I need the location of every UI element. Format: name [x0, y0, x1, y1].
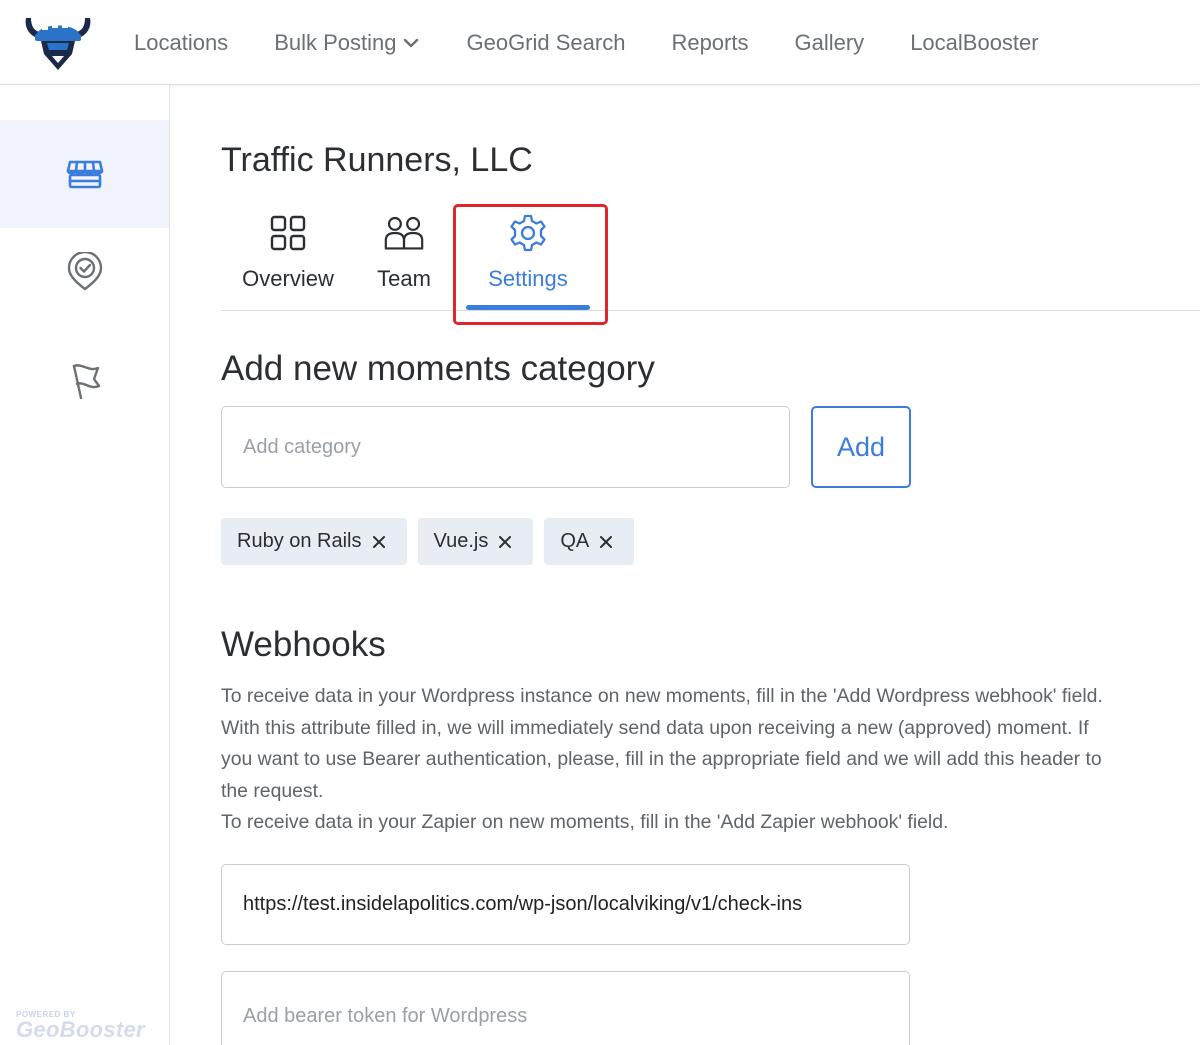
remove-tag-button[interactable]	[598, 534, 614, 550]
close-icon	[600, 535, 613, 548]
webhooks-description: To receive data in your Wordpress instan…	[221, 681, 1176, 839]
gear-icon	[510, 214, 546, 252]
nav-bulk-posting[interactable]: Bulk Posting	[251, 30, 443, 56]
category-tag-list: Ruby on Rails Vue.js QA	[221, 518, 635, 565]
nav-label: Locations	[134, 29, 229, 55]
tag-label: Ruby on Rails	[237, 530, 362, 552]
remove-tag-button[interactable]	[371, 534, 387, 550]
tab-label: Overview	[242, 266, 334, 291]
add-category-button[interactable]: Add	[811, 406, 911, 488]
geobooster-logo: GeoBooster	[16, 1017, 145, 1042]
active-tab-underline	[466, 305, 590, 310]
nav-reports[interactable]: Reports	[648, 30, 771, 56]
tab-label: Settings	[488, 266, 568, 291]
tab-bar: Overview Team Settings	[221, 204, 1200, 325]
tag-label: Vue.js	[433, 530, 489, 552]
nav-label: Gallery	[794, 29, 865, 55]
main-nav: Locations Bulk Posting GeoGrid Search Re…	[111, 0, 1062, 85]
chevron-down-icon	[404, 38, 419, 47]
main-content: Traffic Runners, LLC Overview Team Setti…	[221, 85, 1200, 1045]
category-tag: QA	[544, 518, 635, 565]
bearer-token-input[interactable]	[221, 971, 910, 1045]
nav-localbooster[interactable]: LocalBooster	[887, 30, 1061, 56]
page-title: Traffic Runners, LLC	[221, 141, 533, 179]
sidebar-item-locations[interactable]	[0, 120, 169, 228]
top-navbar: Locations Bulk Posting GeoGrid Search Re…	[0, 0, 1200, 85]
nav-label: LocalBooster	[910, 29, 1039, 55]
location-check-icon	[67, 252, 102, 291]
tab-overview[interactable]: Overview	[233, 210, 343, 310]
nav-label: Bulk Posting	[274, 29, 397, 55]
category-tag: Ruby on Rails	[221, 518, 407, 565]
sidebar-item-checkins[interactable]	[0, 218, 169, 326]
description-line: To receive data in your Wordpress instan…	[221, 685, 1103, 707]
description-line: To receive data in your Zapier on new mo…	[221, 811, 949, 833]
remove-tag-button[interactable]	[497, 534, 513, 550]
close-icon	[372, 535, 385, 548]
description-line: the request.	[221, 779, 324, 802]
wordpress-webhook-input[interactable]	[221, 864, 910, 945]
tab-label: Team	[377, 266, 431, 291]
sidebar: POWERED BY GeoBooster	[0, 85, 170, 1045]
nav-gallery[interactable]: Gallery	[772, 30, 888, 56]
sidebar-item-flags[interactable]	[0, 326, 169, 434]
tab-team[interactable]: Team	[369, 210, 439, 310]
powered-by-badge: POWERED BY GeoBooster	[16, 1010, 145, 1041]
category-input[interactable]	[221, 406, 790, 488]
viking-logo[interactable]	[22, 12, 94, 72]
tab-settings[interactable]: Settings	[466, 210, 590, 310]
description-line: With this attribute filled in, we will i…	[221, 716, 1089, 739]
grid-icon	[270, 215, 306, 251]
team-icon	[384, 216, 424, 250]
tag-label: QA	[560, 530, 590, 552]
webhooks-section-title: Webhooks	[221, 625, 386, 664]
nav-label: Reports	[671, 29, 749, 55]
description-line: you want to use Bearer authentication, p…	[221, 748, 1102, 770]
nav-locations[interactable]: Locations	[111, 30, 251, 56]
storefront-icon	[66, 160, 103, 189]
moments-section-title: Add new moments category	[221, 349, 655, 388]
nav-geogrid-search[interactable]: GeoGrid Search	[443, 30, 648, 56]
nav-label: GeoGrid Search	[466, 29, 626, 55]
flag-icon	[72, 364, 100, 400]
category-tag: Vue.js	[417, 518, 534, 565]
close-icon	[499, 535, 512, 548]
